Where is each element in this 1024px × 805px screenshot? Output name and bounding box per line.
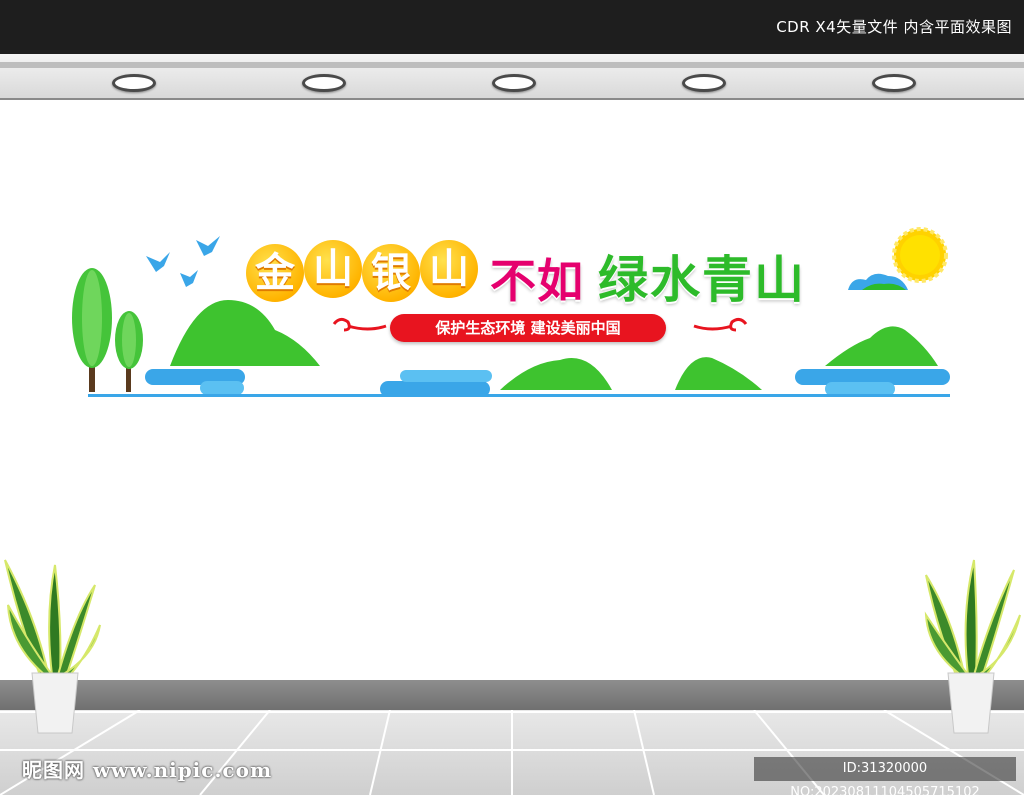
mountain-icon bbox=[675, 357, 762, 390]
title-char: 金 bbox=[246, 244, 304, 302]
mountain-icon bbox=[500, 358, 612, 390]
banner-title-green: 绿水青山 bbox=[598, 251, 806, 309]
slogan-banner: 保护生态环境 建设美丽中国 bbox=[390, 314, 666, 342]
decorative-swirl-right bbox=[693, 317, 748, 332]
sun-icon bbox=[892, 227, 948, 283]
tree-icon bbox=[115, 311, 143, 392]
title-char: 山 bbox=[304, 240, 362, 298]
mountain-icon bbox=[825, 326, 938, 366]
banner-title-middle: 不如 bbox=[490, 254, 584, 308]
bird-icon bbox=[196, 236, 220, 256]
bird-icon bbox=[146, 252, 170, 272]
banner-scenery bbox=[72, 227, 950, 397]
plant-icon bbox=[924, 559, 1021, 734]
site-watermark: 昵图网 www.nipic.com bbox=[22, 758, 273, 782]
image-id-watermark: ID:31320000 NO:20230811104505715102 bbox=[754, 757, 1016, 800]
plant-icon bbox=[4, 559, 101, 734]
title-char: 银 bbox=[362, 244, 420, 302]
mountain-icon bbox=[170, 300, 320, 366]
title-char: 山 bbox=[420, 240, 478, 298]
cloud-icon bbox=[848, 273, 908, 290]
baseboard bbox=[0, 680, 1024, 710]
decorative-swirl-left bbox=[332, 317, 387, 332]
tree-icon bbox=[72, 268, 112, 392]
bird-icon bbox=[180, 270, 198, 287]
